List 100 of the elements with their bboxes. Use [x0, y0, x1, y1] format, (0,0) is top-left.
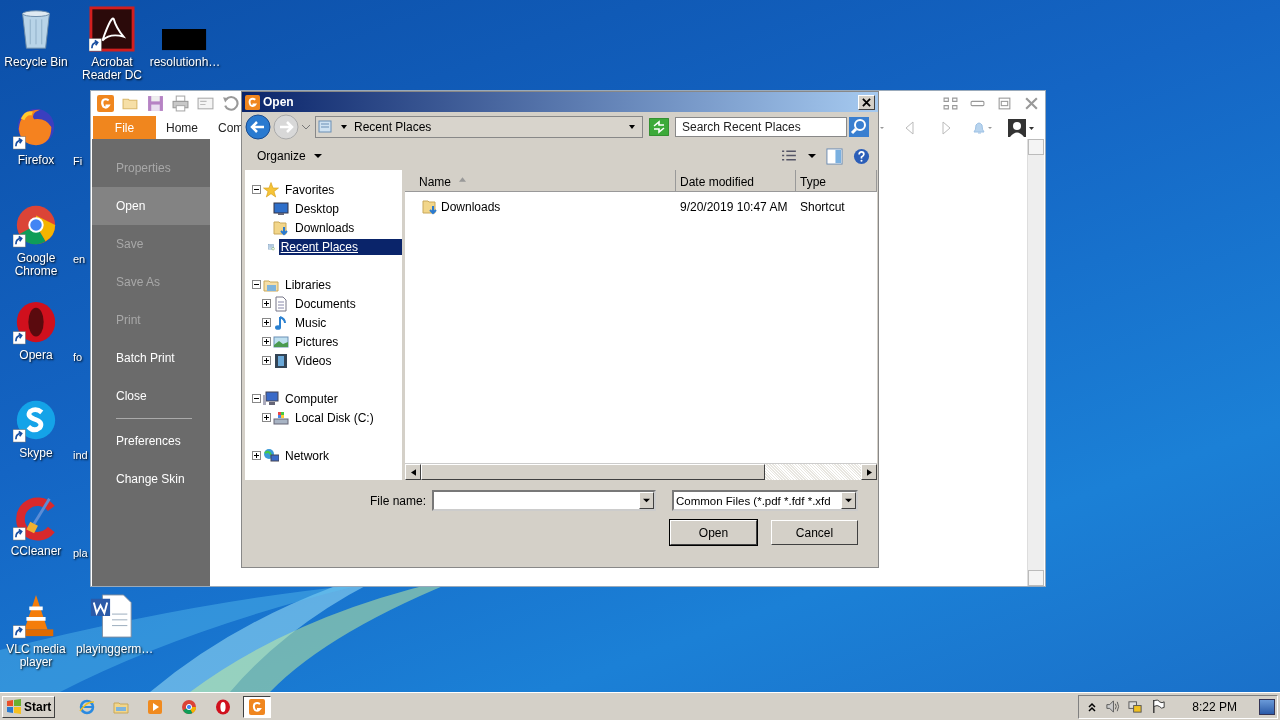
ribbon-tab[interactable]: Home: [156, 116, 208, 139]
start-button[interactable]: Start: [2, 695, 56, 718]
windows-logo-icon: [6, 698, 22, 715]
close-button[interactable]: [858, 94, 875, 110]
disk-drive-icon: [273, 409, 289, 426]
close-icon: [862, 97, 871, 107]
expand-icon[interactable]: [262, 356, 271, 365]
expand-icon[interactable]: [252, 451, 261, 460]
save-icon[interactable]: [147, 95, 164, 112]
desktop-icon-label: VLC media player: [5, 643, 67, 669]
search-field[interactable]: Search Recent Places: [675, 117, 847, 137]
caret-icon: [313, 152, 322, 160]
avatar-icon[interactable]: [1007, 118, 1035, 137]
fullscreen-icon[interactable]: [943, 97, 958, 110]
tree-item[interactable]: Documents: [293, 295, 358, 312]
expand-icon[interactable]: [262, 337, 271, 346]
desktop-icon-label: Acrobat Reader DC: [81, 56, 143, 82]
tree-item[interactable]: Local Disk (C:): [293, 409, 376, 426]
film-icon: [273, 352, 289, 369]
help-icon[interactable]: [853, 147, 870, 165]
file-name-label: File name:: [369, 493, 426, 508]
acrobat-icon[interactable]: [89, 6, 135, 52]
caret-icon: [643, 497, 650, 504]
collapse-icon[interactable]: [252, 394, 261, 403]
opera-icon: [215, 698, 232, 715]
column-header[interactable]: Name: [405, 170, 676, 192]
show-desktop-button[interactable]: [1259, 698, 1275, 715]
file-name-field[interactable]: [432, 490, 656, 511]
tree-item[interactable]: Recent Places: [278, 238, 402, 255]
collapse-icon[interactable]: [252, 280, 261, 289]
vertical-scrollbar[interactable]: [1027, 139, 1044, 586]
flag-icon[interactable]: [1151, 699, 1167, 714]
file-name[interactable]: Downloads: [441, 200, 501, 214]
search-icon[interactable]: [849, 117, 869, 137]
open-button[interactable]: Open: [670, 520, 757, 545]
tree-item[interactable]: Downloads: [293, 219, 357, 236]
tree-item[interactable]: Favorites: [283, 181, 337, 198]
desktop-icon-label: fo: [73, 351, 83, 363]
back-button-icon[interactable]: [245, 114, 271, 140]
file-menu-item[interactable]: Close: [92, 377, 210, 415]
file-menu-item[interactable]: Open: [92, 187, 210, 225]
desktop-icon-label: ind: [73, 449, 88, 461]
column-header[interactable]: Type: [796, 170, 877, 192]
dropdown-caret-icon[interactable]: [628, 123, 636, 131]
music-note-icon: [273, 314, 289, 331]
speaker-icon[interactable]: [1105, 699, 1121, 714]
recent-places-icon: [318, 119, 334, 135]
computer-icon: [263, 390, 279, 407]
address-bar[interactable]: Recent Places: [315, 116, 643, 138]
clock[interactable]: 8:22 PM: [1192, 699, 1237, 714]
word-document-icon[interactable]: [89, 593, 135, 639]
tree-item[interactable]: Computer: [283, 390, 340, 407]
file-menu-item[interactable]: Change Skin: [92, 460, 210, 498]
desktop-icon-label: Opera: [19, 349, 53, 362]
ie-icon: [79, 698, 96, 715]
tree-item[interactable]: Libraries: [283, 276, 334, 293]
foxit-icon: [249, 698, 266, 715]
picture-icon: [273, 333, 289, 350]
download-folder-icon: [273, 219, 289, 236]
close-icon[interactable]: [1024, 97, 1039, 110]
history-dropdown-icon[interactable]: [301, 122, 311, 132]
file-type: Shortcut: [800, 200, 845, 214]
file-type-dropdown[interactable]: Common Files (*.pdf *.fdf *.xfd: [672, 490, 858, 511]
show-hidden-icons-icon[interactable]: [1087, 700, 1098, 713]
organize-button[interactable]: Organize: [254, 147, 325, 165]
collapse-icon[interactable]: [252, 185, 261, 194]
cancel-button[interactable]: Cancel: [771, 520, 858, 545]
chrome-icon: [181, 698, 198, 715]
desktop-icon-label: en: [73, 253, 86, 265]
file-menu-item[interactable]: Preferences: [92, 422, 210, 460]
tree-item[interactable]: Videos: [293, 352, 334, 369]
desktop-icon-label: Recycle Bin: [4, 56, 68, 69]
network-icon: [263, 447, 279, 464]
network-icon[interactable]: [1128, 699, 1144, 714]
refresh-icon[interactable]: [649, 118, 669, 136]
file-menu-item[interactable]: Batch Print: [92, 339, 210, 377]
desktop-icon-label: Google Chrome: [13, 252, 59, 278]
desktop-icon-label: resolutionh…: [149, 56, 221, 69]
expand-icon[interactable]: [262, 413, 271, 422]
monitor-icon: [273, 200, 289, 217]
restore-icon[interactable]: [997, 97, 1012, 110]
taskbar-app-button[interactable]: [243, 695, 272, 718]
scroll-left-icon: [410, 468, 416, 476]
expand-icon[interactable]: [262, 299, 271, 308]
document-icon: [273, 295, 289, 312]
horizontal-scrollbar[interactable]: [405, 463, 877, 480]
expand-icon[interactable]: [262, 318, 271, 327]
tree-item[interactable]: Music: [293, 314, 329, 331]
tree-item[interactable]: Pictures: [293, 333, 341, 350]
tree-item[interactable]: Desktop: [293, 200, 342, 217]
column-header[interactable]: Date modified: [676, 170, 796, 192]
tree-item[interactable]: Network: [283, 447, 331, 464]
download-folder-icon: [422, 199, 438, 215]
undo-icon[interactable]: [222, 95, 239, 112]
breadcrumb-caret-icon[interactable]: [340, 123, 348, 131]
print-icon[interactable]: [172, 95, 189, 112]
desktop-icon-label: Firefox: [17, 154, 55, 167]
foxit-icon[interactable]: [97, 95, 114, 112]
date-modified: 9/20/2019 10:47 AM: [680, 200, 788, 214]
dropdown-caret-icon[interactable]: [808, 152, 816, 160]
